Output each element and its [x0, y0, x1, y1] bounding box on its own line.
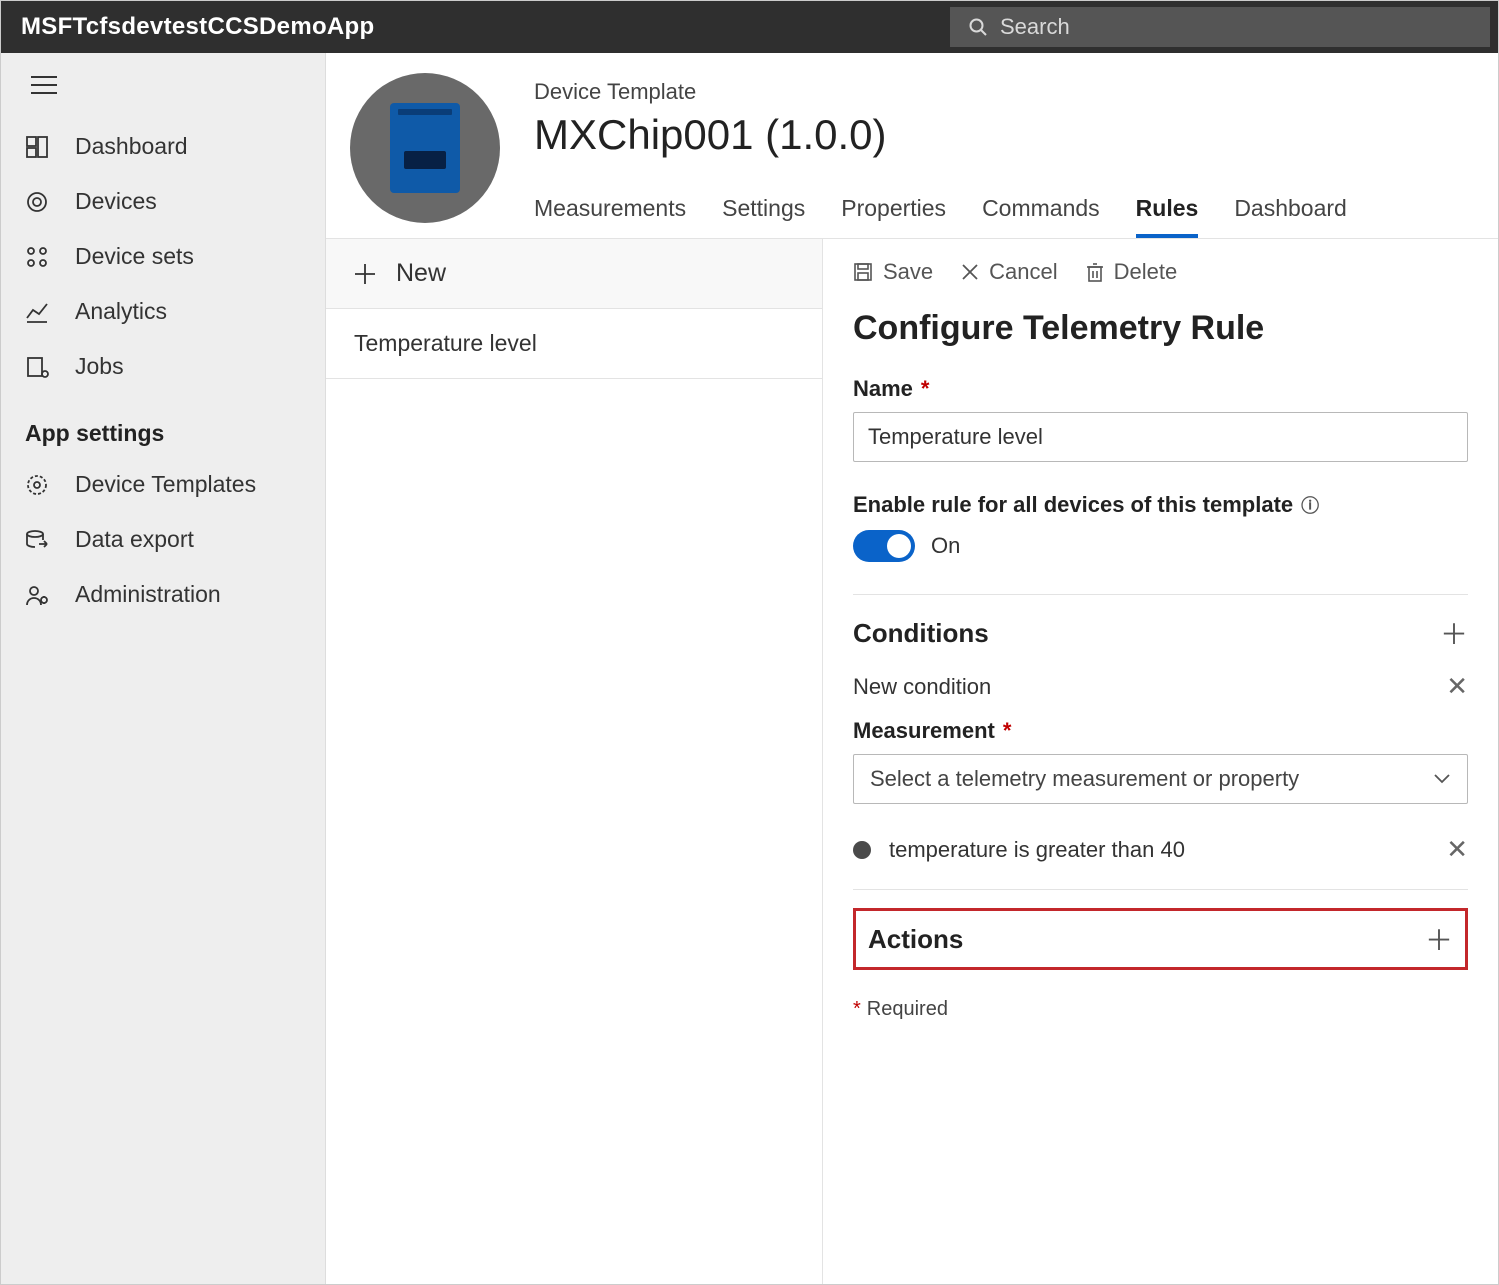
content: Device Template MXChip001 (1.0.0) Measur…	[326, 53, 1498, 1284]
sidebar-item-label: Devices	[75, 188, 157, 215]
add-action-button[interactable]: ＋	[1425, 919, 1453, 959]
save-label: Save	[883, 259, 933, 285]
divider	[853, 594, 1468, 595]
delete-icon	[1086, 262, 1104, 282]
actions-highlight: Actions ＋	[853, 908, 1468, 970]
device-avatar	[350, 73, 500, 223]
add-condition-button[interactable]: ＋	[1440, 613, 1468, 653]
enable-label-text: Enable rule for all devices of this temp…	[853, 492, 1293, 518]
sidebar-item-label: Device sets	[75, 243, 194, 270]
sidebar-item-label: Data export	[75, 526, 194, 553]
delete-label: Delete	[1114, 259, 1178, 285]
rule-item[interactable]: Temperature level	[326, 309, 822, 379]
header-subtitle: Device Template	[534, 79, 1474, 105]
required-asterisk: *	[1003, 718, 1012, 744]
tab-properties[interactable]: Properties	[841, 195, 946, 238]
required-asterisk: *	[853, 998, 861, 1020]
measurement-label-text: Measurement	[853, 718, 995, 744]
rule-item-label: Temperature level	[354, 330, 537, 357]
sidebar-item-devices[interactable]: Devices	[1, 174, 325, 229]
sidebar-section-label: App settings	[1, 394, 325, 457]
search-icon	[968, 17, 988, 37]
name-input[interactable]	[853, 412, 1468, 462]
actions-heading: Actions	[868, 924, 963, 955]
existing-condition[interactable]: temperature is greater than 40	[853, 837, 1185, 863]
sidebar-item-label: Analytics	[75, 298, 167, 325]
cancel-button[interactable]: Cancel	[961, 259, 1057, 285]
save-icon	[853, 262, 873, 282]
tab-measurements[interactable]: Measurements	[534, 195, 686, 238]
condition-summary-text: temperature is greater than 40	[889, 837, 1185, 863]
tab-rules[interactable]: Rules	[1136, 195, 1199, 238]
sidebar-item-device-templates[interactable]: Device Templates	[1, 457, 325, 512]
app-name: MSFTcfsdevtestCCSDemoApp	[1, 13, 394, 41]
remove-condition-button[interactable]: ✕	[1446, 834, 1468, 865]
condition-dot-icon	[853, 841, 871, 859]
sidebar-item-label: Device Templates	[75, 471, 256, 498]
new-condition-label: New condition	[853, 674, 991, 700]
remove-new-condition-button[interactable]: ✕	[1446, 671, 1468, 702]
required-asterisk: *	[921, 376, 930, 402]
template-header: Device Template MXChip001 (1.0.0) Measur…	[326, 53, 1498, 239]
sidebar-item-administration[interactable]: Administration	[1, 567, 325, 622]
sidebar-item-label: Administration	[75, 581, 221, 608]
conditions-section: Conditions ＋	[853, 613, 1468, 653]
tab-dashboard[interactable]: Dashboard	[1234, 195, 1347, 238]
sidebar-item-data-export[interactable]: Data export	[1, 512, 325, 567]
data-export-icon	[25, 528, 49, 552]
hamburger-icon	[31, 75, 57, 95]
sidebar-item-analytics[interactable]: Analytics	[1, 284, 325, 339]
measurement-placeholder: Select a telemetry measurement or proper…	[870, 766, 1299, 792]
sidebar: Dashboard Devices Device sets Analytics …	[1, 53, 326, 1284]
rules-list: New Temperature level	[326, 239, 823, 1284]
save-button[interactable]: Save	[853, 259, 933, 285]
hamburger-button[interactable]	[1, 63, 325, 119]
devices-icon	[25, 190, 49, 214]
rule-config-panel: Save Cancel Delete Configure Telemetry R…	[823, 239, 1498, 1284]
search-box[interactable]: Search	[950, 7, 1490, 47]
search-placeholder: Search	[1000, 14, 1070, 40]
enable-label: Enable rule for all devices of this temp…	[853, 492, 1468, 518]
conditions-heading: Conditions	[853, 618, 989, 649]
analytics-icon	[25, 300, 49, 324]
device-sets-icon	[25, 245, 49, 269]
enable-toggle[interactable]	[853, 530, 915, 562]
administration-icon	[25, 583, 49, 607]
tabs: Measurements Settings Properties Command…	[534, 195, 1474, 238]
new-rule-button[interactable]: New	[326, 239, 822, 309]
delete-button[interactable]: Delete	[1086, 259, 1178, 285]
command-bar: Save Cancel Delete	[853, 259, 1468, 285]
sidebar-item-label: Dashboard	[75, 133, 188, 160]
top-bar: MSFTcfsdevtestCCSDemoApp Search	[1, 1, 1498, 53]
required-note-text: Required	[867, 998, 948, 1020]
info-icon[interactable]: ⓘ	[1301, 492, 1319, 518]
sidebar-item-device-sets[interactable]: Device sets	[1, 229, 325, 284]
sidebar-item-jobs[interactable]: Jobs	[1, 339, 325, 394]
dashboard-icon	[25, 135, 49, 159]
chevron-down-icon	[1433, 773, 1451, 785]
sidebar-item-dashboard[interactable]: Dashboard	[1, 119, 325, 174]
tab-settings[interactable]: Settings	[722, 195, 805, 238]
measurement-select[interactable]: Select a telemetry measurement or proper…	[853, 754, 1468, 804]
required-note: * Required	[853, 998, 1468, 1021]
toggle-state: On	[931, 533, 960, 559]
measurement-label: Measurement *	[853, 718, 1468, 744]
plus-icon	[354, 263, 376, 285]
divider	[853, 889, 1468, 890]
sidebar-item-label: Jobs	[75, 353, 124, 380]
tab-commands[interactable]: Commands	[982, 195, 1100, 238]
header-title: MXChip001 (1.0.0)	[534, 111, 1474, 159]
cancel-icon	[961, 263, 979, 281]
jobs-icon	[25, 355, 49, 379]
new-rule-label: New	[396, 259, 446, 288]
name-label-text: Name	[853, 376, 913, 402]
name-label: Name *	[853, 376, 1468, 402]
panel-title: Configure Telemetry Rule	[853, 309, 1468, 348]
cancel-label: Cancel	[989, 259, 1057, 285]
board-icon	[390, 103, 460, 193]
device-templates-icon	[25, 473, 49, 497]
